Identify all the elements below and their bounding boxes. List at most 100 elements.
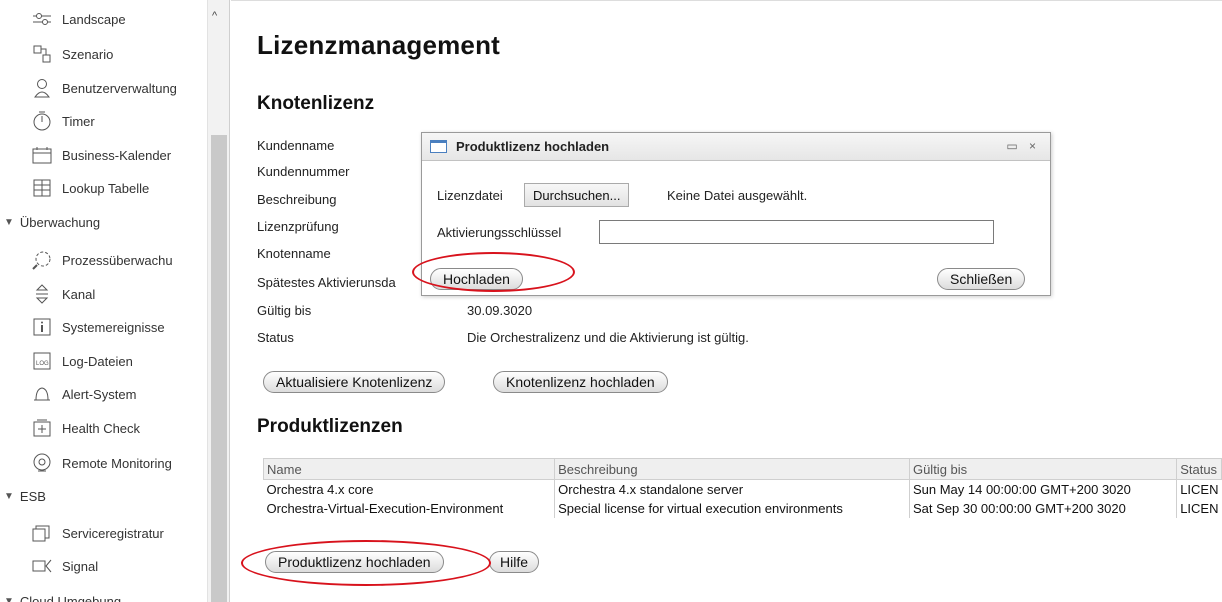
channel-icon: [32, 284, 52, 304]
column-header-valid-until[interactable]: Gültig bis: [908, 458, 1178, 480]
sidebar-item-label: Health Check: [62, 420, 141, 436]
sidebar-item-label: Alert-System: [62, 386, 137, 402]
field-label-node-name: Knotenname: [257, 246, 331, 261]
field-label-license-check: Lizenzprüfung: [257, 219, 339, 234]
cell-status: LICEN: [1176, 479, 1222, 499]
column-header-description[interactable]: Beschreibung: [554, 458, 910, 480]
sidebar-item-label: Landscape: [62, 11, 126, 27]
field-value-valid-until: 30.09.3020: [467, 303, 533, 318]
dialog-titlebar[interactable]: Produktlizenz hochladen ▭ ×: [422, 133, 1050, 161]
sidebar-group-esb[interactable]: ▼ ESB: [4, 485, 46, 507]
info-icon: [32, 317, 52, 337]
product-licenses-heading: Produktlizenzen: [257, 416, 403, 437]
help-button[interactable]: Hilfe: [489, 551, 540, 573]
sidebar: Landscape Szenario Benutzerverwaltung Ti…: [0, 0, 230, 602]
sidebar-item-label: Lookup Tabelle: [62, 180, 150, 196]
sidebar-item-business-calendar[interactable]: Business-Kalender: [32, 144, 171, 166]
log-icon: LOG: [32, 351, 52, 371]
cell-valid-until: Sat Sep 30 00:00:00 GMT+200 3020: [908, 498, 1177, 518]
scroll-up-arrow-icon[interactable]: ^: [212, 10, 217, 22]
sidebar-item-label: Remote Monitoring: [62, 455, 172, 471]
sidebar-item-remote-monitoring[interactable]: Remote Monitoring: [32, 452, 172, 474]
field-value-status: Die Orchestralizenz und die Aktivierung …: [467, 330, 749, 345]
sidebar-item-label: Kanal: [62, 286, 96, 302]
node-license-heading: Knotenlizenz: [257, 93, 375, 114]
scrollbar-thumb[interactable]: [211, 135, 227, 602]
user-icon: [32, 78, 52, 98]
sidebar-item-lookup-table[interactable]: Lookup Tabelle: [32, 177, 149, 199]
sidebar-item-signal[interactable]: Signal: [32, 555, 98, 577]
sidebar-group-label: Cloud Umgebung: [19, 593, 122, 602]
sidebar-item-scenario[interactable]: Szenario: [32, 43, 113, 65]
health-check-icon: [32, 418, 52, 438]
field-label-customer-number: Kundennummer: [257, 164, 350, 179]
activation-key-input[interactable]: [599, 220, 994, 244]
field-label-activation-date: Spätestes Aktivierunsda: [257, 275, 396, 290]
dialog-title: Produktlizenz hochladen: [456, 139, 610, 154]
sidebar-item-label: Systemereignisse: [62, 319, 165, 335]
table-row[interactable]: Orchestra-Virtual-Execution-Environment …: [264, 498, 1222, 518]
expand-triangle-icon: ▼: [4, 216, 14, 228]
update-node-license-button[interactable]: Aktualisiere Knotenlizenz: [263, 371, 446, 393]
svg-text:LOG: LOG: [36, 361, 49, 367]
upload-product-license-dialog: Produktlizenz hochladen ▭ × Lizenzdatei …: [412, 132, 1051, 296]
field-label-description: Beschreibung: [257, 192, 337, 207]
sidebar-item-landscape[interactable]: Landscape: [32, 8, 126, 30]
column-header-name[interactable]: Name: [262, 458, 556, 480]
registry-icon: [32, 523, 52, 543]
sidebar-item-log-files[interactable]: LOG Log-Dateien: [32, 350, 133, 372]
field-label-customer-name: Kundenname: [257, 138, 335, 153]
landscape-icon: [32, 9, 52, 29]
table-header-row: Name Beschreibung Gültig bis Status: [262, 458, 1222, 480]
upload-button[interactable]: Hochladen: [430, 268, 523, 290]
table-row[interactable]: Orchestra 4.x core Orchestra 4.x standal…: [264, 479, 1222, 499]
window-icon: [430, 140, 447, 153]
cell-name: Orchestra-Virtual-Execution-Environment: [266, 500, 504, 516]
sidebar-item-process-monitoring[interactable]: Prozessüberwachu: [32, 249, 173, 271]
cell-status: LICEN: [1176, 498, 1222, 518]
remote-monitoring-icon: [32, 453, 52, 473]
sidebar-item-label: Timer: [62, 113, 95, 129]
bell-icon: [32, 384, 52, 404]
page-title: Lizenzmanagement: [257, 30, 501, 60]
cell-description: Special license for virtual execution en…: [554, 498, 910, 518]
window-controls-icon[interactable]: ▭ ×: [1006, 139, 1040, 153]
sidebar-item-health-check[interactable]: Health Check: [32, 417, 140, 439]
sidebar-item-system-events[interactable]: Systemereignisse: [32, 316, 165, 338]
product-license-table: Name Beschreibung Gültig bis Status Orch…: [262, 458, 1222, 518]
process-monitor-icon: [32, 250, 52, 270]
sidebar-item-user-management[interactable]: Benutzerverwaltung: [32, 77, 177, 99]
sidebar-item-timer[interactable]: Timer: [32, 110, 95, 132]
sidebar-item-label: Serviceregistratur: [62, 525, 164, 541]
sidebar-item-label: Szenario: [62, 46, 114, 62]
cell-description: Orchestra 4.x standalone server: [554, 479, 910, 499]
upload-node-license-button[interactable]: Knotenlizenz hochladen: [493, 371, 668, 393]
expand-triangle-icon: ▼: [4, 490, 14, 502]
activation-key-label: Aktivierungsschlüssel: [437, 225, 562, 240]
field-label-valid-until: Gültig bis: [257, 303, 312, 318]
sidebar-item-label: Benutzerverwaltung: [62, 80, 177, 96]
sidebar-item-label: Prozessüberwachu: [62, 252, 173, 268]
browse-button[interactable]: Durchsuchen...: [524, 183, 630, 207]
no-file-selected-text: Keine Datei ausgewählt.: [667, 188, 808, 203]
license-file-label: Lizenzdatei: [437, 188, 503, 203]
upload-product-license-button[interactable]: Produktlizenz hochladen: [265, 551, 444, 573]
field-label-status: Status: [257, 330, 294, 345]
column-header-status[interactable]: Status: [1176, 458, 1222, 480]
table-icon: [32, 178, 52, 198]
top-divider: [231, 0, 1222, 8]
signal-icon: [32, 556, 52, 576]
sidebar-item-label: Log-Dateien: [62, 353, 133, 369]
cell-name: Orchestra 4.x core: [266, 481, 374, 497]
close-button[interactable]: Schließen: [937, 268, 1026, 290]
sidebar-item-label: Signal: [62, 558, 99, 574]
sidebar-item-label: Business-Kalender: [62, 147, 172, 163]
sidebar-group-cloud[interactable]: ▼ Cloud Umgebung: [4, 590, 121, 602]
sidebar-item-channel[interactable]: Kanal: [32, 283, 95, 305]
sidebar-item-alert-system[interactable]: Alert-System: [32, 383, 136, 405]
sidebar-item-service-registry[interactable]: Serviceregistratur: [32, 522, 164, 544]
sidebar-group-monitoring[interactable]: ▼ Überwachung: [4, 211, 100, 233]
sidebar-group-label: ESB: [19, 488, 46, 504]
sidebar-scrollbar[interactable]: ^: [207, 0, 229, 602]
timer-icon: [32, 111, 52, 131]
